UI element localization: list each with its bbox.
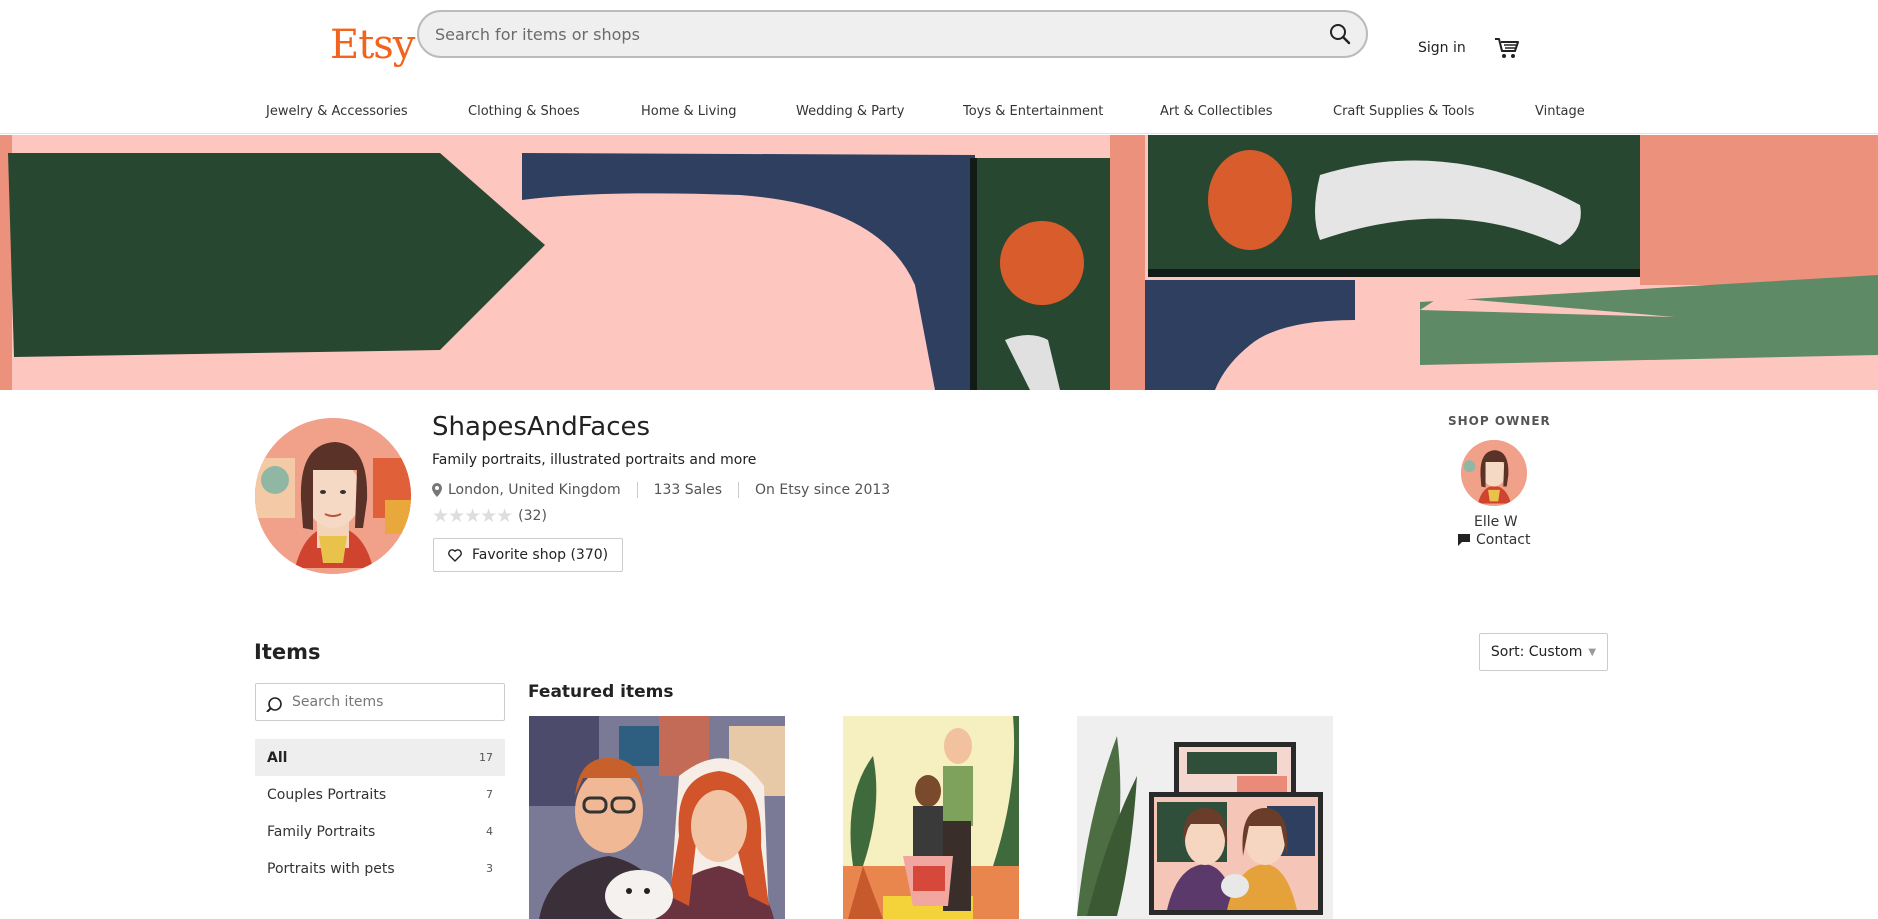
meta-divider (636, 482, 638, 498)
section-item-family[interactable]: Family Portraits 4 (255, 813, 505, 850)
section-count: 4 (486, 825, 493, 838)
search-button[interactable] (1324, 18, 1356, 50)
shop-owner-label: SHOP OWNER (1448, 414, 1551, 428)
contact-owner-link[interactable]: Contact (1458, 532, 1530, 548)
plants-couple-artwork (843, 716, 1019, 919)
favorite-shop-button[interactable]: Favorite shop (370) (433, 538, 624, 572)
location-pin-icon (432, 483, 442, 497)
shop-name: ShapesAndFaces (432, 412, 651, 442)
owner-name[interactable]: Elle W (1474, 514, 1518, 530)
category-clothing[interactable]: Clothing & Shoes (468, 104, 580, 119)
sort-label: Sort: Custom (1490, 644, 1583, 660)
items-heading: Items (254, 640, 321, 664)
section-label: Family Portraits (267, 823, 376, 840)
shop-avatar-portrait (255, 418, 411, 574)
meta-divider (738, 482, 740, 498)
cart-button[interactable] (1494, 36, 1520, 60)
featured-item-image[interactable] (1077, 716, 1333, 919)
couple-portrait-artwork (529, 716, 785, 919)
favorite-shop-label: Favorite shop (370) (472, 547, 609, 563)
section-item-pets[interactable]: Portraits with pets 3 (255, 850, 505, 887)
caret-down-icon: ▼ (1588, 646, 1597, 658)
search-icon (1330, 24, 1351, 45)
category-art[interactable]: Art & Collectibles (1160, 104, 1272, 119)
star-rating-icon: ★★★★★ (432, 505, 513, 527)
category-vintage[interactable]: Vintage (1535, 104, 1585, 119)
site-search-bar (417, 10, 1368, 58)
section-count: 17 (479, 751, 493, 764)
items-search-box (255, 683, 505, 721)
section-count: 3 (486, 862, 493, 875)
category-wedding[interactable]: Wedding & Party (796, 104, 904, 119)
featured-items-heading: Featured items (528, 682, 674, 702)
featured-item-image[interactable] (843, 716, 1019, 919)
contact-label: Contact (1476, 532, 1531, 548)
category-home[interactable]: Home & Living (641, 104, 736, 119)
banner-artwork (0, 135, 1878, 390)
heart-icon (448, 548, 462, 562)
shop-tagline: Family portraits, illustrated portraits … (432, 452, 757, 468)
shop-avatar (255, 418, 411, 574)
review-count: (32) (518, 508, 547, 524)
owner-avatar[interactable] (1461, 440, 1527, 506)
section-count: 7 (486, 788, 493, 801)
category-jewelry[interactable]: Jewelry & Accessories (266, 104, 408, 119)
category-toys[interactable]: Toys & Entertainment (963, 104, 1103, 119)
shop-rating[interactable]: ★★★★★ (32) (432, 505, 547, 527)
shop-since: On Etsy since 2013 (755, 482, 891, 498)
section-label: Couples Portraits (267, 786, 387, 803)
etsy-logo[interactable]: Etsy (330, 22, 415, 68)
section-item-couples[interactable]: Couples Portraits 7 (255, 776, 505, 813)
section-label: All (267, 749, 288, 766)
cart-icon (1495, 38, 1519, 58)
shop-location: London, United Kingdom (448, 482, 621, 498)
site-search-input[interactable] (435, 12, 1295, 56)
sort-dropdown[interactable]: Sort: Custom ▼ (1479, 633, 1608, 671)
sign-in-link[interactable]: Sign in (1418, 40, 1466, 56)
search-icon (266, 697, 282, 712)
shop-sales[interactable]: 133 Sales (654, 482, 722, 498)
category-nav: Jewelry & Accessories Clothing & Shoes H… (0, 104, 1878, 124)
message-icon (1458, 534, 1470, 546)
category-craft[interactable]: Craft Supplies & Tools (1333, 104, 1474, 119)
shop-meta: London, United Kingdom 133 Sales On Etsy… (432, 482, 890, 498)
section-label: Portraits with pets (267, 860, 395, 877)
site-header: Etsy Sign in Jewelry & Accessories Cloth… (0, 0, 1878, 134)
section-item-all[interactable]: All 17 (255, 739, 505, 776)
section-list: All 17 Couples Portraits 7 Family Portra… (255, 739, 505, 887)
items-search-input[interactable] (292, 684, 492, 720)
framed-portrait-artwork (1077, 716, 1333, 919)
shop-banner (0, 135, 1878, 390)
owner-avatar-portrait (1461, 440, 1527, 506)
featured-item-image[interactable] (529, 716, 785, 919)
